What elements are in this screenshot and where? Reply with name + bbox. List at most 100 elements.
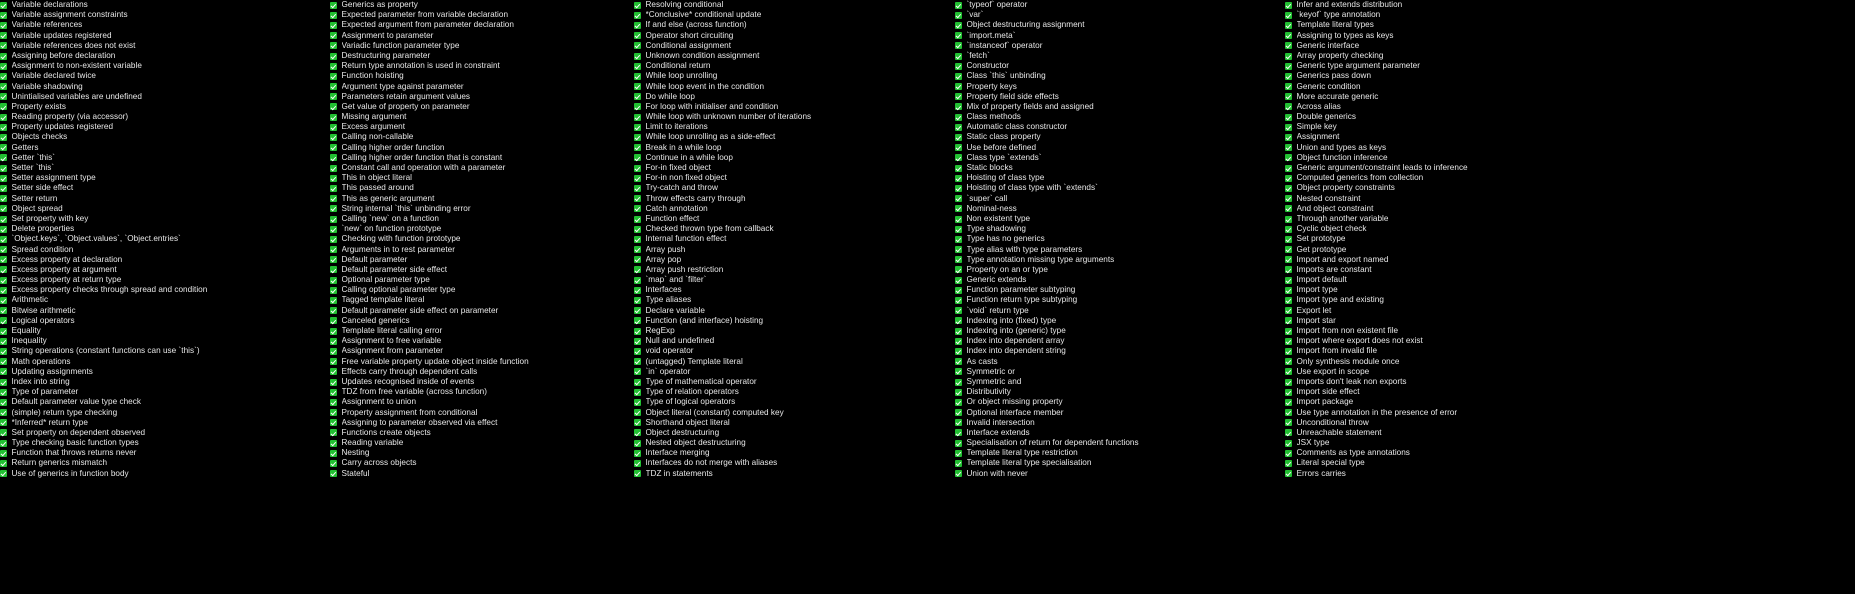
test-result-item: Type has no generics bbox=[955, 234, 1270, 244]
test-result-item: Object literal (constant) computed key bbox=[634, 408, 945, 418]
test-result-item: Excess argument bbox=[330, 122, 630, 132]
test-result-item: String internal `this` unbinding error bbox=[330, 204, 630, 214]
green-check-icon bbox=[955, 11, 962, 19]
test-result-label: Effects carry through dependent calls bbox=[341, 366, 478, 376]
test-result-label: Use export in scope bbox=[1296, 366, 1370, 376]
test-result-item: Arithmetic bbox=[0, 295, 315, 305]
test-result-label: Equality bbox=[11, 326, 41, 335]
green-check-icon bbox=[1285, 42, 1292, 50]
test-result-item: Property updates registered bbox=[0, 122, 315, 132]
test-result-item: If and else (across function) bbox=[634, 20, 945, 30]
test-result-item: Argument type against parameter bbox=[330, 82, 630, 92]
test-result-item: Union with never bbox=[955, 469, 1270, 479]
green-check-icon bbox=[330, 317, 337, 325]
green-check-icon bbox=[1285, 113, 1292, 121]
green-check-icon bbox=[0, 205, 7, 213]
green-check-icon bbox=[955, 409, 962, 417]
green-check-icon bbox=[330, 42, 337, 50]
green-check-icon bbox=[955, 460, 962, 468]
test-result-item: Assigning before declaration bbox=[0, 51, 315, 61]
green-check-icon bbox=[634, 378, 641, 386]
green-check-icon bbox=[634, 337, 641, 345]
green-check-icon bbox=[330, 297, 337, 305]
test-result-label: String internal `this` unbinding error bbox=[341, 203, 471, 213]
test-result-item: Resolving conditional bbox=[634, 0, 945, 10]
green-check-icon bbox=[0, 215, 7, 223]
green-check-icon bbox=[634, 21, 641, 29]
test-result-item: Use export in scope bbox=[1285, 367, 1690, 377]
test-result-item: Symmetric or bbox=[955, 367, 1270, 377]
test-result-label: `keyof` type annotation bbox=[1296, 10, 1381, 20]
green-check-icon bbox=[330, 409, 337, 417]
green-check-icon bbox=[634, 409, 641, 417]
test-result-label: Updates recognised inside of events bbox=[341, 376, 475, 386]
test-result-label: Function that throws returns never bbox=[11, 448, 137, 458]
results-column-4: `typeof` operator `var` Object destructuri… bbox=[945, 0, 1270, 479]
green-check-icon bbox=[1285, 470, 1292, 478]
green-check-icon bbox=[634, 32, 641, 40]
test-result-label: Static class property bbox=[966, 132, 1041, 142]
green-check-icon bbox=[330, 358, 337, 366]
test-result-item: Property assignment from conditional bbox=[330, 408, 630, 418]
test-result-item: Index into string bbox=[0, 377, 315, 387]
green-check-icon bbox=[634, 215, 641, 223]
test-result-label: Variable assignment constraints bbox=[11, 10, 128, 20]
green-check-icon bbox=[634, 134, 641, 142]
green-check-icon bbox=[634, 246, 641, 254]
test-result-item: Shorthand object literal bbox=[634, 418, 945, 428]
green-check-icon bbox=[634, 358, 641, 366]
test-result-item: Unconditional throw bbox=[1285, 418, 1690, 428]
green-check-icon bbox=[330, 286, 337, 294]
test-result-item: Arguments in to rest parameter bbox=[330, 245, 630, 255]
test-result-label: Object destructuring assignment bbox=[966, 20, 1085, 30]
test-result-item: Nested constraint bbox=[1285, 194, 1690, 204]
test-result-item: Generic type argument parameter bbox=[1285, 61, 1690, 71]
green-check-icon bbox=[330, 52, 337, 60]
test-result-item: Default parameter side effect bbox=[330, 265, 630, 275]
test-result-item: Specialisation of return for dependent f… bbox=[955, 438, 1270, 448]
test-result-label: Nested constraint bbox=[1296, 193, 1361, 203]
test-result-item: Use type annotation in the presence of e… bbox=[1285, 408, 1690, 418]
test-result-label: Checking with function prototype bbox=[341, 234, 461, 244]
test-result-item: Import from invalid file bbox=[1285, 346, 1690, 356]
green-check-icon bbox=[955, 164, 962, 172]
test-result-item: Limit to iterations bbox=[634, 122, 945, 132]
test-result-item: Assigning to types as keys bbox=[1285, 31, 1690, 41]
green-check-icon bbox=[1285, 256, 1292, 264]
test-result-label: TDZ in statements bbox=[645, 468, 713, 478]
test-result-label: Conditional assignment bbox=[645, 40, 732, 50]
green-check-icon bbox=[330, 205, 337, 213]
green-check-icon bbox=[1285, 21, 1292, 29]
test-result-item: `instanceof` operator bbox=[955, 41, 1270, 51]
test-result-label: Generic argument/constraint leads to inf… bbox=[1296, 163, 1468, 172]
green-check-icon bbox=[1285, 1, 1292, 9]
test-result-label: Carry across objects bbox=[341, 458, 417, 468]
test-result-item: Across alias bbox=[1285, 102, 1690, 112]
test-result-item: More accurate generic bbox=[1285, 92, 1690, 102]
green-check-icon bbox=[634, 307, 641, 315]
test-result-item: Import side effect bbox=[1285, 387, 1690, 397]
test-result-item: Template literal type specialisation bbox=[955, 458, 1270, 468]
green-check-icon bbox=[330, 1, 337, 9]
test-result-item: Object property constraints bbox=[1285, 183, 1690, 193]
test-result-item: Type checking basic function types bbox=[0, 438, 315, 448]
test-result-item: Reading property (via accessor) bbox=[0, 112, 315, 122]
test-result-item: Function that throws returns never bbox=[0, 448, 315, 458]
test-result-item: Function return type subtyping bbox=[955, 295, 1270, 305]
green-check-icon bbox=[0, 52, 7, 60]
test-result-item: Delete properties bbox=[0, 224, 315, 234]
test-result-label: Calling non-callable bbox=[341, 132, 414, 142]
test-result-label: `typeof` operator bbox=[966, 0, 1028, 9]
test-result-label: Expected parameter from variable declara… bbox=[341, 10, 509, 20]
green-check-icon bbox=[330, 215, 337, 223]
test-result-item: Type aliases bbox=[634, 295, 945, 305]
test-result-label: Stateful bbox=[341, 468, 370, 478]
test-result-item: `typeof` operator bbox=[955, 0, 1270, 10]
test-result-item: For loop with initialiser and condition bbox=[634, 102, 945, 112]
green-check-icon bbox=[1285, 286, 1292, 294]
green-check-icon bbox=[634, 1, 641, 9]
green-check-icon bbox=[634, 72, 641, 80]
test-result-item: JSX type bbox=[1285, 438, 1690, 448]
test-result-label: Math operations bbox=[11, 356, 71, 366]
green-check-icon bbox=[1285, 378, 1292, 386]
